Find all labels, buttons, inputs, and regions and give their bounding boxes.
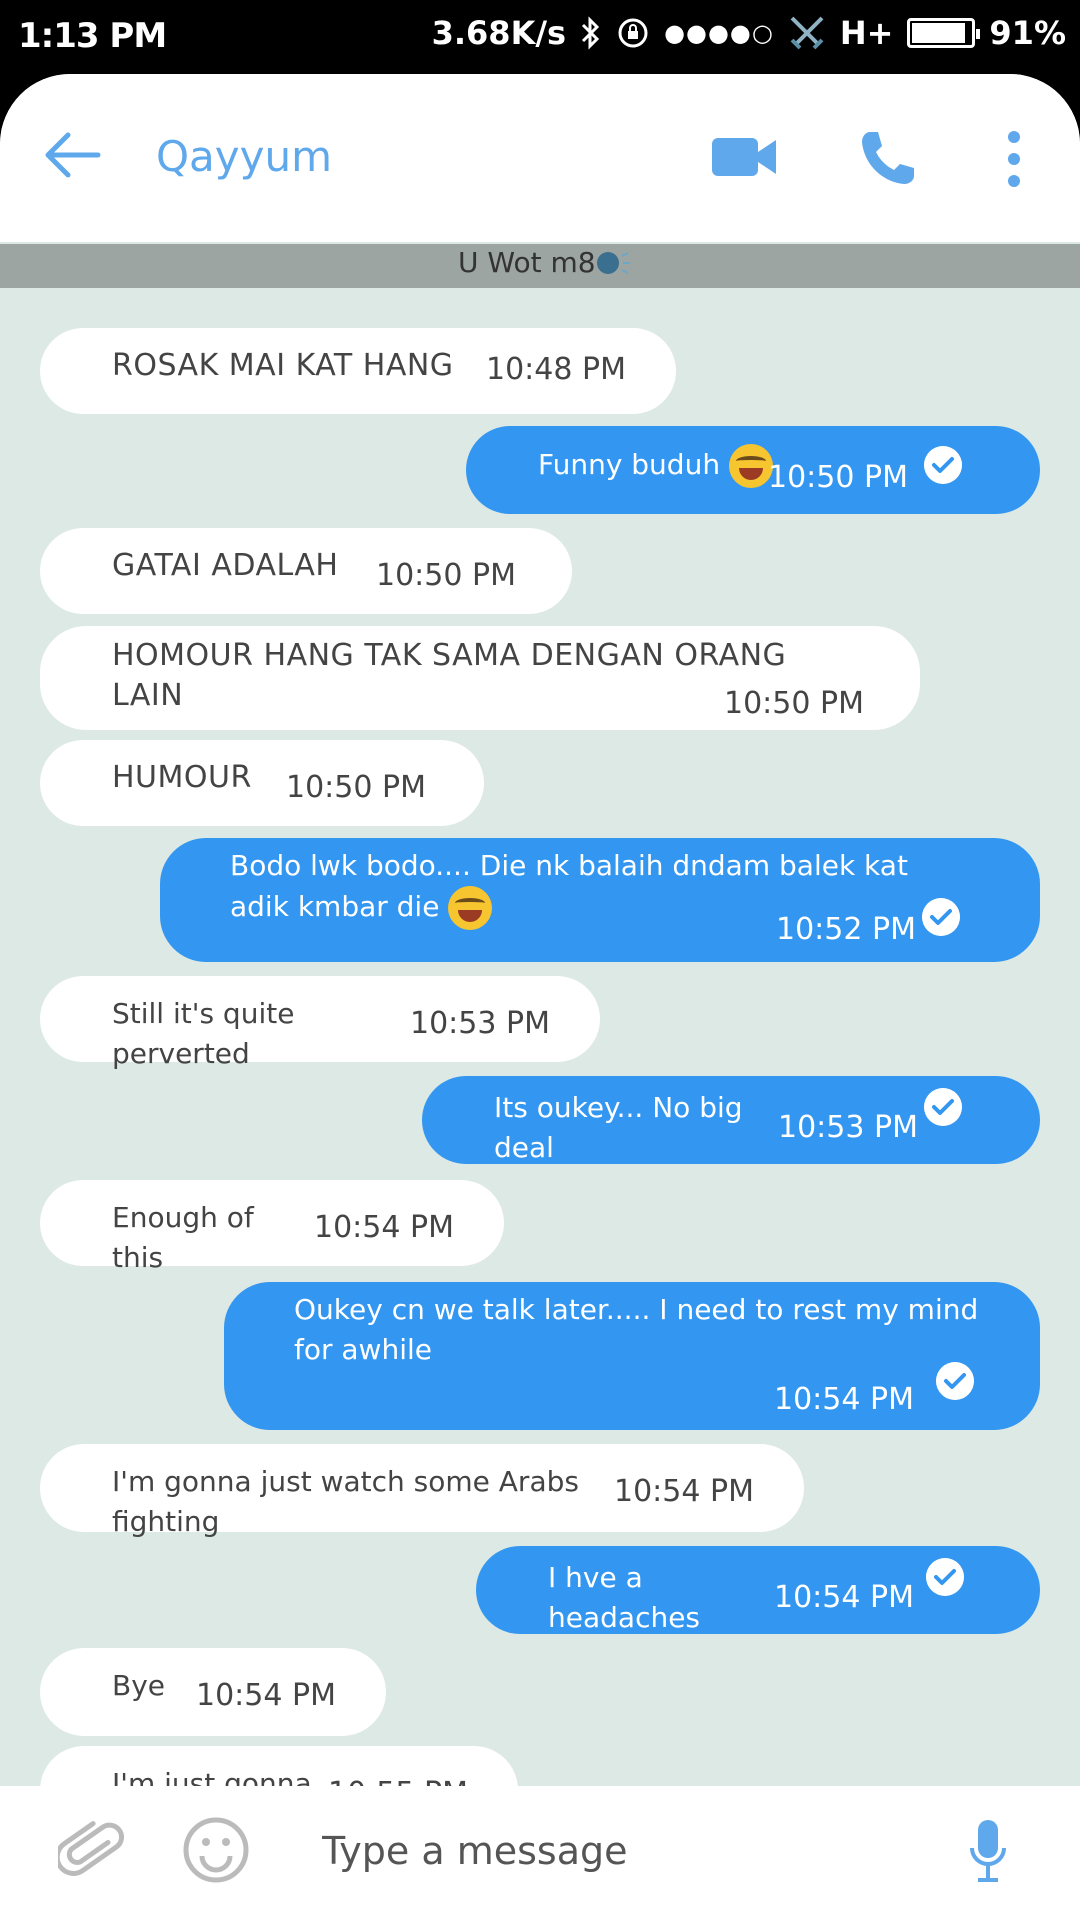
- message-timestamp: 10:53 PM: [410, 1006, 550, 1041]
- message-timestamp: 10:52 PM: [776, 912, 916, 947]
- message-timestamp: 10:50 PM: [286, 770, 426, 805]
- rotation-lock-icon: [618, 18, 648, 48]
- laughing-emoji-icon: [448, 886, 493, 930]
- message-timestamp: 10:50 PM: [768, 460, 908, 495]
- network-type: H+: [839, 14, 894, 52]
- speaking-head-icon: [596, 252, 630, 274]
- incoming-message[interactable]: ROSAK MAI KAT HANG 10:48 PM: [40, 328, 676, 414]
- message-text-content: Enough of this: [112, 1201, 254, 1274]
- message-text: I'm gonna just watch some Arabs fighting: [112, 1462, 612, 1542]
- read-check-icon: [926, 1558, 964, 1596]
- incoming-message[interactable]: HUMOUR 10:50 PM: [40, 740, 484, 826]
- message-timestamp: 10:53 PM: [778, 1110, 918, 1145]
- outgoing-message[interactable]: I hve a headaches 10:54 PM: [476, 1546, 1040, 1634]
- status-time: 1:13 PM: [18, 16, 167, 56]
- message-text-content: Funny buduh: [538, 448, 721, 481]
- message-text: ROSAK MAI KAT HANG: [112, 346, 472, 386]
- message-text-content: I hve a headaches: [548, 1561, 701, 1634]
- message-input[interactable]: [322, 1816, 922, 1886]
- message-timestamp: 10:54 PM: [774, 1580, 914, 1615]
- message-timestamp: 10:48 PM: [486, 352, 626, 387]
- contact-name[interactable]: Qayyum: [156, 132, 332, 181]
- incoming-message[interactable]: Enough of this 10:54 PM: [40, 1180, 504, 1274]
- message-text-content: GATAI ADALAH: [112, 548, 339, 583]
- more-options-icon[interactable]: [1000, 130, 1028, 188]
- message-timestamp: 10:54 PM: [614, 1474, 754, 1509]
- phone-icon[interactable]: [858, 128, 918, 188]
- outgoing-message[interactable]: Its oukey... No big deal 10:53 PM: [422, 1076, 1040, 1164]
- chat-screen: Qayyum U Wot m8 ROSAK MAI KAT HANG 10:48 …: [0, 74, 1080, 1920]
- message-text: GATAI ADALAH: [112, 546, 352, 586]
- sticky-banner-text: U Wot m8: [458, 246, 632, 279]
- microphone-icon[interactable]: [968, 1820, 1008, 1882]
- message-text-content: HUMOUR: [112, 760, 252, 795]
- swords-icon: [790, 16, 824, 50]
- emoji-icon[interactable]: [182, 1816, 250, 1884]
- battery-percent: 91%: [989, 14, 1066, 52]
- status-bar: 1:13 PM 3.68K/s ●●●●○ H+ 91%: [0, 0, 1080, 75]
- message-text: Enough of this: [112, 1198, 312, 1278]
- message-text-content: ROSAK MAI KAT HANG: [112, 348, 454, 383]
- back-arrow-icon[interactable]: [40, 130, 104, 180]
- incoming-message[interactable]: I'm gonna just watch some Arabs fighting…: [40, 1444, 804, 1538]
- network-speed: 3.68K/s: [431, 14, 567, 52]
- incoming-message[interactable]: HOMOUR HANG TAK SAMA DENGAN ORANG LAIN 10…: [40, 626, 920, 730]
- message-text-content: Its oukey... No big deal: [494, 1091, 743, 1164]
- message-timestamp: 10:50 PM: [724, 686, 864, 721]
- message-timestamp: 10:54 PM: [774, 1382, 914, 1417]
- chat-header: Qayyum: [0, 74, 1080, 242]
- message-timestamp: 10:54 PM: [196, 1678, 336, 1713]
- message-list[interactable]: ROSAK MAI KAT HANG 10:48 PM Funny buduh 10…: [0, 242, 1080, 1840]
- message-timestamp: 10:50 PM: [376, 558, 516, 593]
- read-check-icon: [936, 1362, 974, 1400]
- message-text: HOMOUR HANG TAK SAMA DENGAN ORANG LAIN: [112, 636, 812, 716]
- outgoing-message[interactable]: Bodo lwk bodo.... Die nk balaih dndam ba…: [160, 838, 1040, 962]
- message-text: Still it's quite perverted: [112, 994, 412, 1074]
- laughing-emoji-icon: [728, 444, 773, 488]
- battery-icon: [907, 18, 981, 48]
- incoming-message[interactable]: GATAI ADALAH 10:50 PM: [40, 528, 572, 614]
- message-text: Bye: [112, 1666, 192, 1706]
- read-check-icon: [924, 446, 962, 484]
- message-text: HUMOUR: [112, 758, 272, 798]
- message-text-content: HOMOUR HANG TAK SAMA DENGAN ORANG LAIN: [112, 638, 787, 713]
- outgoing-message[interactable]: Funny buduh 10:50 PM: [466, 426, 1040, 514]
- composer-bar: [0, 1786, 1080, 1920]
- signal-dots: ●●●●○: [664, 19, 774, 47]
- bluetooth-icon: [582, 16, 600, 50]
- read-check-icon: [924, 1088, 962, 1126]
- message-text: Oukey cn we talk later..... I need to re…: [294, 1290, 994, 1370]
- status-icons: 3.68K/s ●●●●○ H+ 91%: [432, 14, 1066, 52]
- video-call-icon[interactable]: [712, 136, 776, 178]
- incoming-message[interactable]: Bye 10:54 PM: [40, 1648, 386, 1736]
- battery-fill: [912, 23, 966, 43]
- message-timestamp: 10:54 PM: [314, 1210, 454, 1245]
- message-text-content: Oukey cn we talk later..... I need to re…: [294, 1293, 979, 1366]
- message-text-content: I'm gonna just watch some Arabs fighting: [112, 1465, 579, 1538]
- paperclip-icon[interactable]: [58, 1818, 128, 1888]
- read-check-icon: [922, 898, 960, 936]
- message-text: I hve a headaches: [548, 1558, 798, 1638]
- message-text-content: Still it's quite perverted: [112, 997, 295, 1070]
- outgoing-message[interactable]: Oukey cn we talk later..... I need to re…: [224, 1282, 1040, 1430]
- incoming-message[interactable]: Still it's quite perverted 10:53 PM: [40, 976, 600, 1070]
- message-text: Its oukey... No big deal: [494, 1088, 794, 1168]
- message-text: Funny buduh: [538, 444, 798, 488]
- message-text-content: Bye: [112, 1669, 166, 1702]
